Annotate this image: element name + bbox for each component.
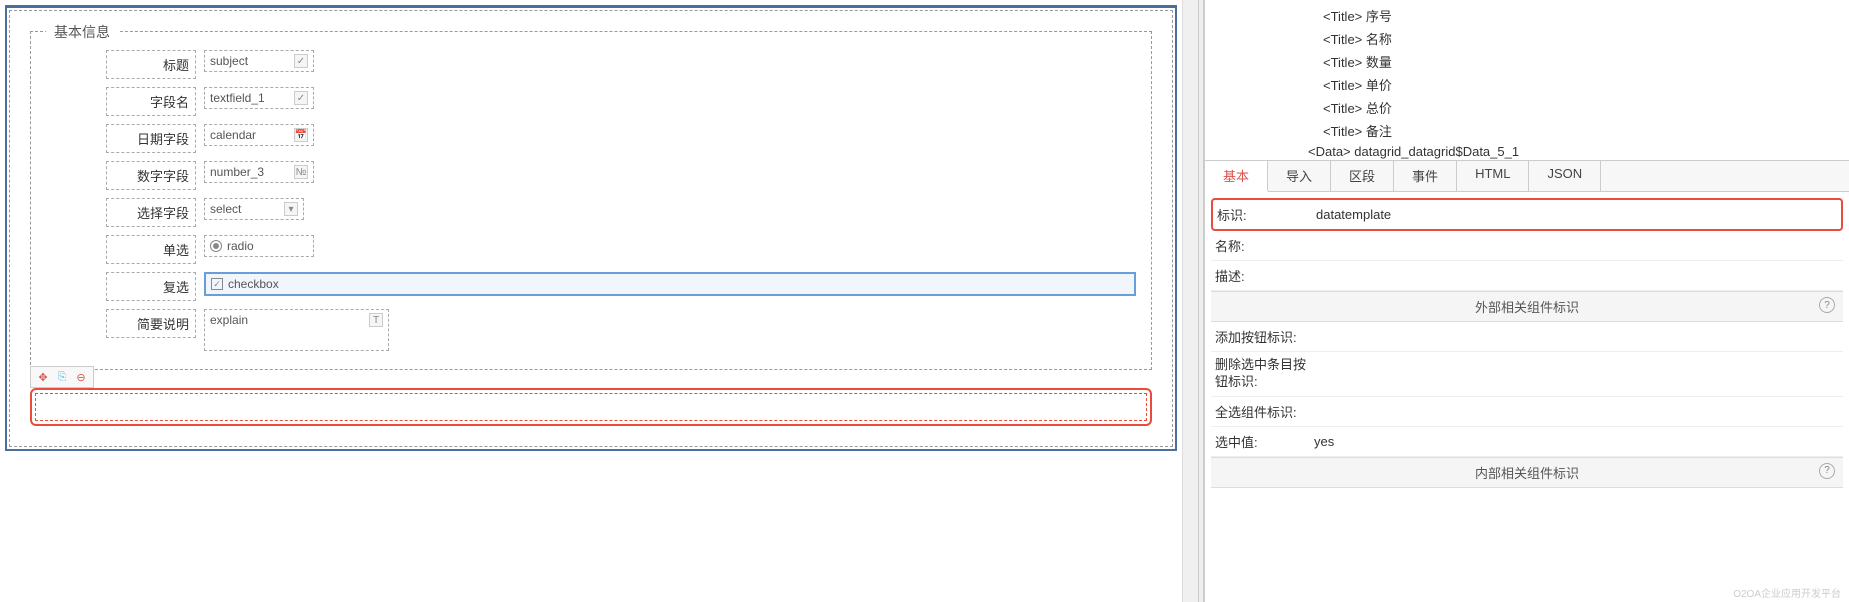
form-field-checkbox[interactable]: ✓ checkbox (204, 272, 1136, 296)
field-value: number_3 (210, 165, 264, 179)
form-label: 日期字段 (106, 124, 196, 153)
form-field-radio[interactable]: radio (204, 235, 314, 257)
prop-selected-value[interactable]: 选中值: yes (1211, 427, 1843, 457)
prop-label: 描述: (1215, 266, 1310, 285)
tree-item[interactable]: <Data> datagrid_datagrid$Data_5_1 (1213, 142, 1841, 160)
check-icon: ✓ (294, 91, 308, 105)
prop-label: 删除选中条目按钮标识: (1215, 357, 1310, 391)
form-field-textfield[interactable]: textfield_1 ✓ (204, 87, 314, 109)
copy-icon[interactable]: ⎘ (54, 369, 70, 385)
calendar-icon: 📅 (294, 128, 308, 142)
prop-delete-button-id[interactable]: 删除选中条目按钮标识: (1211, 352, 1843, 397)
prop-identifier[interactable]: 标识: datatemplate (1211, 198, 1843, 231)
checkbox-icon: ✓ (211, 278, 223, 290)
dropdown-icon: ▾ (284, 202, 298, 216)
tab-import[interactable]: 导入 (1268, 161, 1331, 191)
canvas-outer-border: 基本信息 标题 subject ✓ 字段名 textfield_1 ✓ (5, 5, 1177, 451)
help-icon[interactable]: ? (1819, 297, 1835, 313)
tree-item[interactable]: <Title> 序号 (1213, 4, 1841, 27)
tree-item[interactable]: <Title> 总价 (1213, 96, 1841, 119)
main-scrollbar[interactable] (1182, 0, 1198, 602)
field-value: subject (210, 54, 248, 68)
prop-label: 添加按钮标识: (1215, 327, 1310, 346)
form-label: 复选 (106, 272, 196, 301)
prop-selectall-id[interactable]: 全选组件标识: (1211, 397, 1843, 427)
tab-event[interactable]: 事件 (1394, 161, 1457, 191)
prop-value-input[interactable] (1310, 335, 1839, 339)
tab-section[interactable]: 区段 (1331, 161, 1394, 191)
prop-value-input[interactable] (1310, 274, 1839, 278)
tree-item[interactable]: <Title> 名称 (1213, 27, 1841, 50)
tab-html[interactable]: HTML (1457, 161, 1529, 191)
prop-value-input[interactable] (1310, 409, 1839, 413)
prop-value-input[interactable]: datatemplate (1312, 205, 1837, 224)
datatemplate-drop-area[interactable] (35, 393, 1147, 421)
properties-sidebar: <Title> 序号 <Title> 名称 <Title> 数量 <Title>… (1204, 0, 1849, 602)
form-field-number[interactable]: number_3 № (204, 161, 314, 183)
selected-component-wrapper[interactable]: ✥ ⎘ ⊖ (30, 388, 1152, 426)
textarea-icon: T (369, 313, 383, 327)
prop-value-input[interactable] (1310, 244, 1839, 248)
field-value: explain (210, 313, 248, 327)
form-label: 数字字段 (106, 161, 196, 190)
tab-basic[interactable]: 基本 (1205, 161, 1268, 192)
selected-datatemplate[interactable] (30, 388, 1152, 426)
form-row-radio[interactable]: 单选 radio (46, 235, 1136, 264)
form-row-number[interactable]: 数字字段 number_3 № (46, 161, 1136, 190)
radio-icon (210, 240, 222, 252)
design-canvas[interactable]: 基本信息 标题 subject ✓ 字段名 textfield_1 ✓ (0, 0, 1182, 602)
prop-description[interactable]: 描述: (1211, 261, 1843, 291)
check-icon: ✓ (294, 54, 308, 68)
field-value: calendar (210, 128, 256, 142)
form-field-select[interactable]: select ▾ (204, 198, 304, 220)
properties-panel: 标识: datatemplate 名称: 描述: 外部相关组件标识 ? 添加按钮… (1205, 192, 1849, 602)
field-value: radio (227, 239, 254, 253)
prop-name[interactable]: 名称: (1211, 231, 1843, 261)
form-field-calendar[interactable]: calendar 📅 (204, 124, 314, 146)
form-section-basic[interactable]: 基本信息 标题 subject ✓ 字段名 textfield_1 ✓ (30, 31, 1152, 370)
prop-label: 选中值: (1215, 432, 1310, 451)
field-value: textfield_1 (210, 91, 265, 105)
prop-add-button-id[interactable]: 添加按钮标识: (1211, 322, 1843, 352)
move-icon[interactable]: ✥ (35, 369, 51, 385)
form-row-fieldname[interactable]: 字段名 textfield_1 ✓ (46, 87, 1136, 116)
field-value: select (210, 202, 241, 216)
property-tabs: 基本 导入 区段 事件 HTML JSON (1205, 160, 1849, 192)
help-icon[interactable]: ? (1819, 463, 1835, 479)
form-row-select[interactable]: 选择字段 select ▾ (46, 198, 1136, 227)
form-field-explain[interactable]: explain T (204, 309, 389, 351)
number-icon: № (294, 165, 308, 179)
prop-label: 名称: (1215, 236, 1310, 255)
section-header-external: 外部相关组件标识 ? (1211, 291, 1843, 322)
section-header-internal: 内部相关组件标识 ? (1211, 457, 1843, 488)
component-toolbar: ✥ ⎘ ⊖ (30, 366, 94, 388)
form-label: 单选 (106, 235, 196, 264)
prop-label: 全选组件标识: (1215, 402, 1310, 421)
form-row-checkbox[interactable]: 复选 ✓ checkbox (46, 272, 1136, 301)
prop-label: 标识: (1217, 205, 1312, 224)
tree-item[interactable]: <Title> 单价 (1213, 73, 1841, 96)
section-title: 基本信息 (46, 22, 118, 42)
watermark: O2OA企业应用开发平台 (1733, 585, 1841, 600)
form-label: 字段名 (106, 87, 196, 116)
component-tree[interactable]: <Title> 序号 <Title> 名称 <Title> 数量 <Title>… (1205, 0, 1849, 160)
tab-json[interactable]: JSON (1529, 161, 1601, 191)
canvas-inner: 基本信息 标题 subject ✓ 字段名 textfield_1 ✓ (9, 10, 1173, 447)
form-row-explain[interactable]: 简要说明 explain T (46, 309, 1136, 351)
tree-item[interactable]: <Title> 备注 (1213, 119, 1841, 142)
form-label: 简要说明 (106, 309, 196, 338)
form-row-title[interactable]: 标题 subject ✓ (46, 50, 1136, 79)
field-value: checkbox (228, 277, 279, 291)
prop-value-input[interactable] (1310, 357, 1839, 361)
form-label: 选择字段 (106, 198, 196, 227)
form-field-subject[interactable]: subject ✓ (204, 50, 314, 72)
delete-icon[interactable]: ⊖ (73, 369, 89, 385)
tree-item[interactable]: <Title> 数量 (1213, 50, 1841, 73)
prop-value-input[interactable]: yes (1310, 432, 1839, 451)
form-row-date[interactable]: 日期字段 calendar 📅 (46, 124, 1136, 153)
form-label: 标题 (106, 50, 196, 79)
